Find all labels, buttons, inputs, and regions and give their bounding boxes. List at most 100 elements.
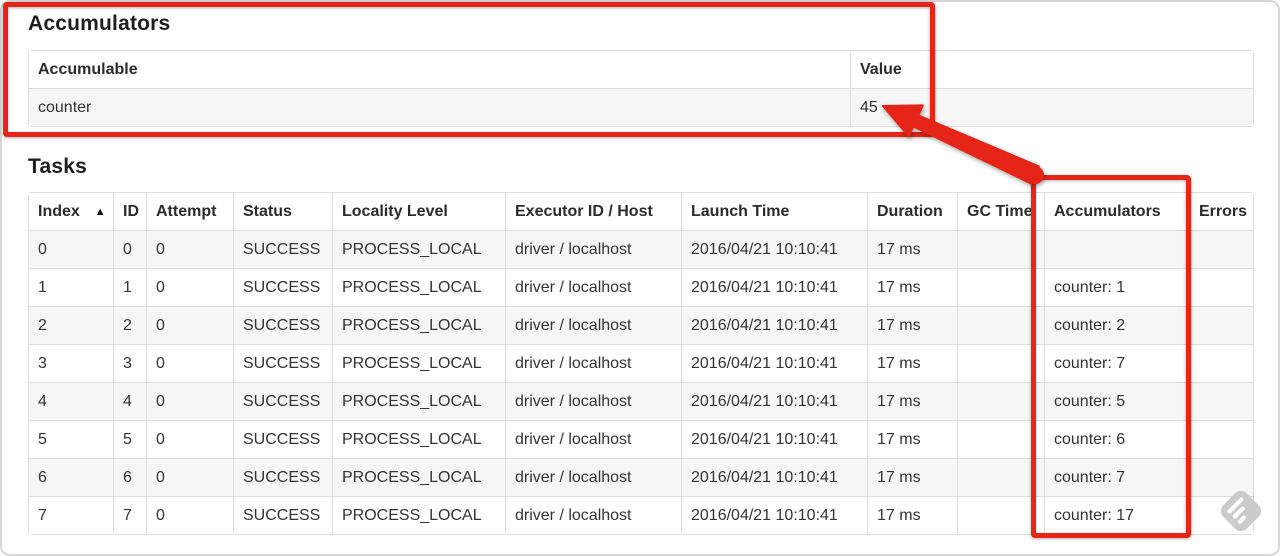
table-cell: 0 [146, 306, 233, 344]
accumulators-section-heading: Accumulators [28, 12, 171, 35]
table-cell: driver / localhost [505, 344, 681, 382]
table-cell: 6 [113, 458, 146, 496]
table-cell: 4 [29, 382, 113, 420]
column-header-errors[interactable]: Errors [1189, 193, 1253, 230]
column-header-label: Accumulable [38, 60, 138, 78]
table-cell: SUCCESS [233, 344, 332, 382]
column-header-accumulable[interactable]: Accumulable [29, 51, 850, 88]
table-cell [957, 496, 1044, 534]
table-cell: 0 [146, 420, 233, 458]
table-cell [957, 306, 1044, 344]
column-header-launch-time[interactable]: Launch Time [681, 193, 867, 230]
table-cell: 17 ms [867, 268, 957, 306]
column-header-attempt[interactable]: Attempt [146, 193, 233, 230]
table-cell: driver / localhost [505, 230, 681, 268]
table-cell [1189, 496, 1253, 534]
table-cell: 2016/04/21 10:10:41 [681, 306, 867, 344]
column-header-label: ID [123, 202, 139, 220]
column-header-label: Launch Time [691, 202, 790, 220]
column-header-gc-time[interactable]: GC Time [957, 193, 1044, 230]
table-cell [957, 458, 1044, 496]
table-cell: SUCCESS [233, 382, 332, 420]
column-header-index[interactable]: Index ▲ [29, 193, 113, 230]
table-cell: 7 [29, 496, 113, 534]
table-cell: SUCCESS [233, 458, 332, 496]
table-cell: 17 ms [867, 382, 957, 420]
table-cell: counter: 5 [1044, 382, 1189, 420]
column-header-executor-id-host[interactable]: Executor ID / Host [505, 193, 681, 230]
table-cell: 2016/04/21 10:10:41 [681, 458, 867, 496]
table-row: 4 4 0 SUCCESS PROCESS_LOCAL driver / localhos… [29, 382, 1253, 420]
table-row: 1 1 0 SUCCESS PROCESS_LOCAL driver / localhos… [29, 268, 1253, 306]
table-cell: 0 [146, 268, 233, 306]
table-cell: driver / localhost [505, 420, 681, 458]
sort-ascending-icon: ▲ [94, 205, 106, 218]
table-cell: 17 ms [867, 420, 957, 458]
table-cell: counter [29, 88, 850, 126]
column-header-id[interactable]: ID [113, 193, 146, 230]
column-header-value[interactable]: Value [850, 51, 1253, 88]
table-cell: 2016/04/21 10:10:41 [681, 230, 867, 268]
column-header-label: Status [243, 202, 292, 220]
tasks-table: Index ▲ ID Attempt Status Locality Level Execu… [28, 192, 1254, 535]
table-cell: 17 ms [867, 344, 957, 382]
table-cell [1189, 458, 1253, 496]
column-header-label: Executor ID / Host [515, 202, 653, 220]
table-cell: PROCESS_LOCAL [332, 306, 505, 344]
table-cell: 2016/04/21 10:10:41 [681, 344, 867, 382]
table-cell: 0 [146, 382, 233, 420]
column-header-status[interactable]: Status [233, 193, 332, 230]
table-cell: PROCESS_LOCAL [332, 382, 505, 420]
table-cell [957, 344, 1044, 382]
table-cell: 5 [113, 420, 146, 458]
table-cell: driver / localhost [505, 458, 681, 496]
table-cell [957, 230, 1044, 268]
table-cell: 0 [146, 230, 233, 268]
table-cell: 1 [29, 268, 113, 306]
table-row: 5 5 0 SUCCESS PROCESS_LOCAL driver / localhos… [29, 420, 1253, 458]
column-header-label: Duration [877, 202, 943, 220]
table-cell: counter: 6 [1044, 420, 1189, 458]
table-cell [957, 420, 1044, 458]
table-cell: 2 [29, 306, 113, 344]
table-cell: 17 ms [867, 458, 957, 496]
table-cell: driver / localhost [505, 382, 681, 420]
table-cell: 0 [146, 344, 233, 382]
table-cell: 45 [850, 88, 1253, 126]
table-cell: 1 [113, 268, 146, 306]
column-header-label: Value [860, 60, 902, 78]
table-cell: driver / localhost [505, 268, 681, 306]
table-cell: SUCCESS [233, 230, 332, 268]
table-cell: PROCESS_LOCAL [332, 496, 505, 534]
table-cell: 3 [113, 344, 146, 382]
table-cell: PROCESS_LOCAL [332, 458, 505, 496]
table-cell: 0 [146, 496, 233, 534]
table-cell: counter: 7 [1044, 458, 1189, 496]
column-header-label: Errors [1199, 202, 1248, 220]
table-row: counter 45 [29, 88, 1253, 126]
table-cell [1189, 230, 1253, 268]
table-cell: SUCCESS [233, 306, 332, 344]
accumulators-table: Accumulable Value counter 45 [28, 50, 1254, 127]
table-cell: 3 [29, 344, 113, 382]
column-header-label: Index [38, 202, 80, 220]
table-cell: 17 ms [867, 496, 957, 534]
table-cell: 2016/04/21 10:10:41 [681, 382, 867, 420]
table-cell: counter: 2 [1044, 306, 1189, 344]
table-cell: PROCESS_LOCAL [332, 344, 505, 382]
table-cell [1189, 382, 1253, 420]
table-cell: driver / localhost [505, 496, 681, 534]
table-cell: PROCESS_LOCAL [332, 420, 505, 458]
table-cell [957, 268, 1044, 306]
column-header-accumulators[interactable]: Accumulators [1044, 193, 1189, 230]
table-cell: 2 [113, 306, 146, 344]
tasks-section-heading: Tasks [28, 155, 87, 178]
table-cell: 7 [113, 496, 146, 534]
table-cell: 2016/04/21 10:10:41 [681, 420, 867, 458]
column-header-locality-level[interactable]: Locality Level [332, 193, 505, 230]
column-header-duration[interactable]: Duration [867, 193, 957, 230]
table-cell: SUCCESS [233, 420, 332, 458]
spark-stage-details-page: Accumulators Accumulable Value counter 45 T… [28, 0, 1254, 535]
column-header-label: Attempt [156, 202, 217, 220]
table-cell: 17 ms [867, 306, 957, 344]
